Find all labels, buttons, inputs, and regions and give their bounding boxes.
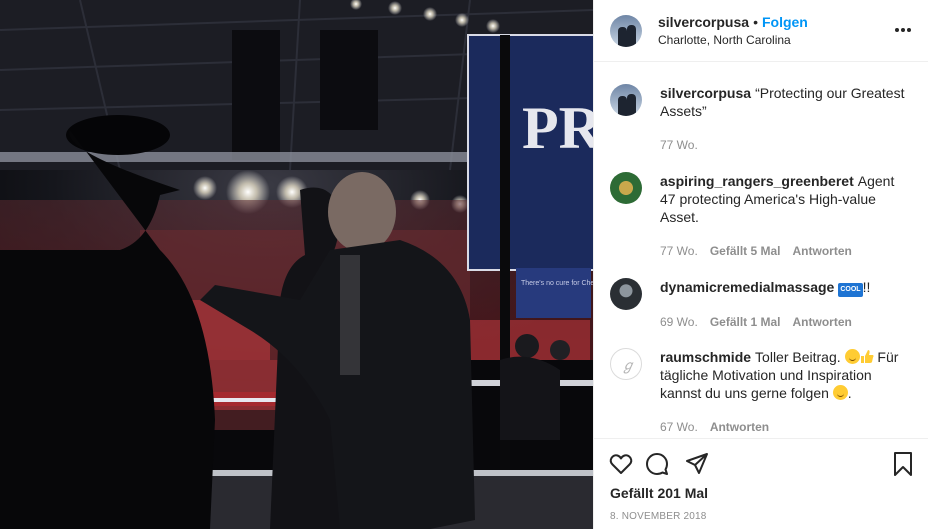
- comment-username[interactable]: aspiring_rangers_greenberet: [660, 173, 854, 189]
- post-date[interactable]: 8. NOVEMBER 2018: [610, 511, 707, 522]
- comment-age[interactable]: 67 Wo.: [660, 418, 698, 436]
- comment-likes[interactable]: Gefällt 5 Mal: [710, 242, 781, 260]
- comment-age[interactable]: 69 Wo.: [660, 313, 698, 331]
- heart-icon[interactable]: [608, 451, 634, 477]
- commenter-avatar[interactable]: [610, 278, 642, 310]
- post-details-panel: silvercorpusa • Folgen Charlotte, North Ca…: [593, 0, 928, 529]
- post-header: silvercorpusa • Folgen Charlotte, North Ca…: [594, 0, 928, 62]
- commenter-avatar[interactable]: [610, 172, 642, 204]
- comments-list[interactable]: silvercorpusa “Protecting our Greatest As…: [594, 62, 928, 438]
- sign-small-text: There's no cure for Checkers fever: [521, 280, 593, 287]
- smiling-emoji-icon: [832, 385, 848, 400]
- comment-item: aspiring_rangers_greenberet Agent 47 prot…: [610, 172, 910, 260]
- reply-button[interactable]: Antworten: [710, 418, 769, 436]
- author-avatar[interactable]: [610, 14, 642, 47]
- instagram-post: PR There's no cure for Checkers fever: [0, 0, 928, 529]
- post-caption: silvercorpusa “Protecting our Greatest As…: [610, 84, 910, 154]
- comment-item: dynamicremedialmassage COOL!! 69 Wo. Gefä…: [610, 278, 910, 331]
- cool-emoji-icon: COOL: [838, 283, 863, 297]
- caption-avatar[interactable]: [610, 84, 642, 116]
- separator-dot: •: [753, 13, 758, 30]
- caption-age[interactable]: 77 Wo.: [660, 136, 698, 154]
- reply-button[interactable]: Antworten: [793, 242, 852, 260]
- author-info: silvercorpusa • Folgen Charlotte, North Ca…: [658, 13, 808, 49]
- author-username[interactable]: silvercorpusa: [658, 14, 749, 30]
- post-actions: Gefällt 201 Mal 8. NOVEMBER 2018: [594, 438, 928, 529]
- comment-username[interactable]: dynamicremedialmassage: [660, 279, 834, 295]
- grinning-emoji-icon: [844, 349, 860, 364]
- likes-count[interactable]: Gefällt 201 Mal: [610, 485, 708, 501]
- comment-username[interactable]: raumschmide: [660, 349, 751, 365]
- reply-button[interactable]: Antworten: [793, 313, 852, 331]
- share-icon[interactable]: [684, 451, 710, 477]
- commenter-avatar[interactable]: ℊ: [610, 348, 642, 380]
- comment-text: Toller Beitrag.: [755, 349, 841, 365]
- comment-likes[interactable]: Gefällt 1 Mal: [710, 313, 781, 331]
- caption-username[interactable]: silvercorpusa: [660, 85, 751, 101]
- more-horizontal-icon[interactable]: [893, 20, 913, 40]
- comment-age[interactable]: 77 Wo.: [660, 242, 698, 260]
- thumbs-up-emoji-icon: [860, 350, 874, 363]
- post-location[interactable]: Charlotte, North Carolina: [658, 31, 808, 49]
- bookmark-icon[interactable]: [890, 451, 916, 477]
- sign-text: PR: [522, 95, 593, 161]
- follow-button[interactable]: Folgen: [762, 14, 808, 30]
- comment-text-end: .: [847, 385, 852, 401]
- comment-icon[interactable]: [644, 451, 670, 477]
- comment-text: !!: [862, 279, 871, 295]
- post-photo[interactable]: PR There's no cure for Checkers fever: [0, 0, 593, 529]
- rally-scene-image: PR There's no cure for Checkers fever: [0, 0, 593, 529]
- comment-item: ℊ raumschmide Toller Beitrag. Für täglich…: [610, 348, 910, 436]
